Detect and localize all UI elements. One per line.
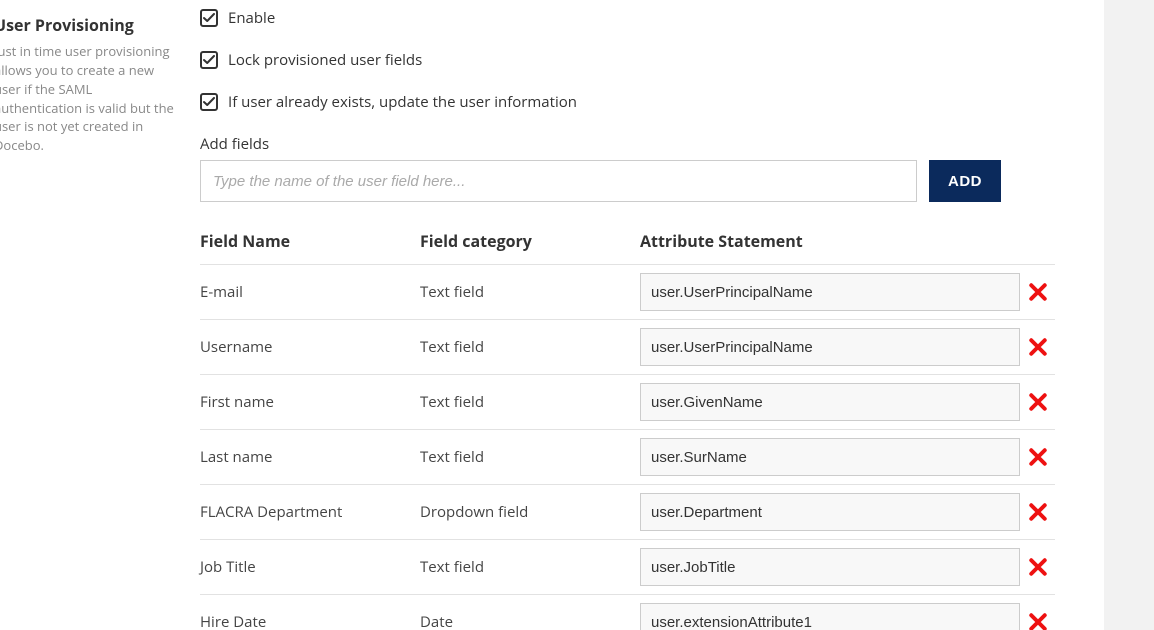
table-row: Hire Date Date — [200, 594, 1055, 630]
cell-field-name: First name — [200, 392, 420, 412]
checkbox-row-lock: Lock provisioned user fields — [200, 50, 1100, 70]
add-button[interactable]: ADD — [929, 160, 1001, 202]
checkbox-row-enable: Enable — [200, 8, 1100, 28]
close-icon — [1029, 558, 1047, 576]
add-fields-label: Add fields — [200, 134, 1100, 154]
close-icon — [1029, 283, 1047, 301]
delete-button[interactable] — [1025, 609, 1051, 630]
fields-table: Field Name Field category Attribute Stat… — [200, 230, 1055, 630]
close-icon — [1029, 338, 1047, 356]
right-gutter — [1104, 0, 1154, 630]
close-icon — [1029, 503, 1047, 521]
delete-button[interactable] — [1025, 499, 1051, 525]
cell-field-name: FLACRA Department — [200, 502, 420, 522]
cell-field-category: Text field — [420, 557, 640, 577]
attribute-input[interactable] — [640, 273, 1020, 311]
cell-field-category: Date — [420, 612, 640, 630]
sidebar-description: Just in time user provisioning allows yo… — [0, 42, 182, 155]
main-panel: Enable Lock provisioned user fields If u… — [192, 0, 1100, 630]
check-icon — [203, 13, 215, 23]
checkbox-enable[interactable] — [200, 9, 218, 27]
checkbox-lock[interactable] — [200, 51, 218, 69]
delete-button[interactable] — [1025, 279, 1051, 305]
checkbox-row-update: If user already exists, update the user … — [200, 92, 1100, 112]
checkbox-update[interactable] — [200, 93, 218, 111]
delete-button[interactable] — [1025, 389, 1051, 415]
table-row: Last name Text field — [200, 429, 1055, 484]
checkbox-label-lock: Lock provisioned user fields — [228, 50, 422, 70]
add-fields-row: ADD — [200, 160, 1100, 202]
table-row: Username Text field — [200, 319, 1055, 374]
table-row: Job Title Text field — [200, 539, 1055, 594]
table-row: E-mail Text field — [200, 264, 1055, 319]
cell-field-name: Username — [200, 337, 420, 357]
sidebar-title: User Provisioning — [0, 14, 182, 36]
cell-field-name: Hire Date — [200, 612, 420, 630]
attribute-input[interactable] — [640, 493, 1020, 531]
check-icon — [203, 55, 215, 65]
delete-button[interactable] — [1025, 334, 1051, 360]
attribute-input[interactable] — [640, 383, 1020, 421]
check-icon — [203, 97, 215, 107]
attribute-input[interactable] — [640, 603, 1020, 630]
table-row: FLACRA Department Dropdown field — [200, 484, 1055, 539]
cell-field-name: Last name — [200, 447, 420, 467]
cell-field-category: Text field — [420, 282, 640, 302]
header-field-name: Field Name — [200, 230, 420, 252]
header-field-category: Field category — [420, 230, 640, 252]
close-icon — [1029, 448, 1047, 466]
delete-button[interactable] — [1025, 554, 1051, 580]
checkbox-label-enable: Enable — [228, 8, 275, 28]
close-icon — [1029, 613, 1047, 630]
cell-field-category: Dropdown field — [420, 502, 640, 522]
checkbox-label-update: If user already exists, update the user … — [228, 92, 577, 112]
attribute-input[interactable] — [640, 328, 1020, 366]
attribute-input[interactable] — [640, 548, 1020, 586]
cell-field-category: Text field — [420, 392, 640, 412]
table-row: First name Text field — [200, 374, 1055, 429]
table-header: Field Name Field category Attribute Stat… — [200, 230, 1055, 264]
add-fields-input[interactable] — [200, 160, 917, 202]
cell-field-category: Text field — [420, 447, 640, 467]
sidebar: User Provisioning Just in time user prov… — [0, 0, 192, 630]
close-icon — [1029, 393, 1047, 411]
cell-field-category: Text field — [420, 337, 640, 357]
cell-field-name: Job Title — [200, 557, 420, 577]
attribute-input[interactable] — [640, 438, 1020, 476]
header-attribute-statement: Attribute Statement — [640, 230, 1010, 252]
cell-field-name: E-mail — [200, 282, 420, 302]
delete-button[interactable] — [1025, 444, 1051, 470]
